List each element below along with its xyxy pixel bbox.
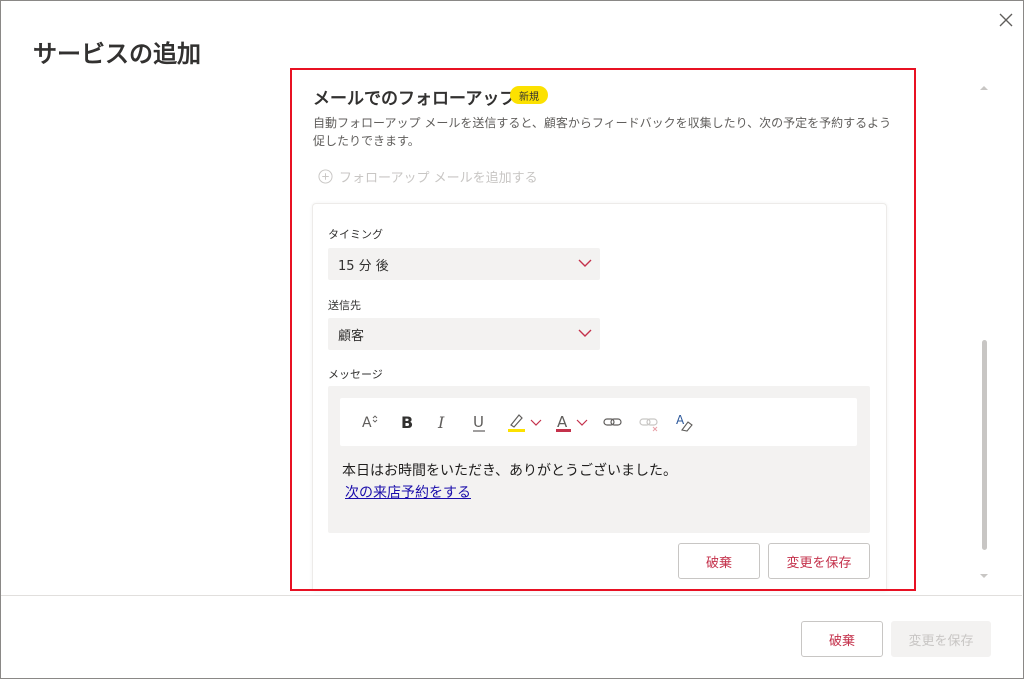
footer-save-button[interactable]: 変更を保存 <box>891 621 991 657</box>
scroll-down-icon[interactable] <box>979 572 989 580</box>
footer-discard-button[interactable]: 破棄 <box>801 621 883 657</box>
highlight-annotation <box>290 68 916 591</box>
page-title: サービスの追加 <box>33 40 201 68</box>
close-icon[interactable] <box>996 10 1016 30</box>
scrollbar-thumb[interactable] <box>982 340 987 550</box>
footer-divider <box>1 595 1022 596</box>
scroll-up-icon[interactable] <box>979 84 989 92</box>
